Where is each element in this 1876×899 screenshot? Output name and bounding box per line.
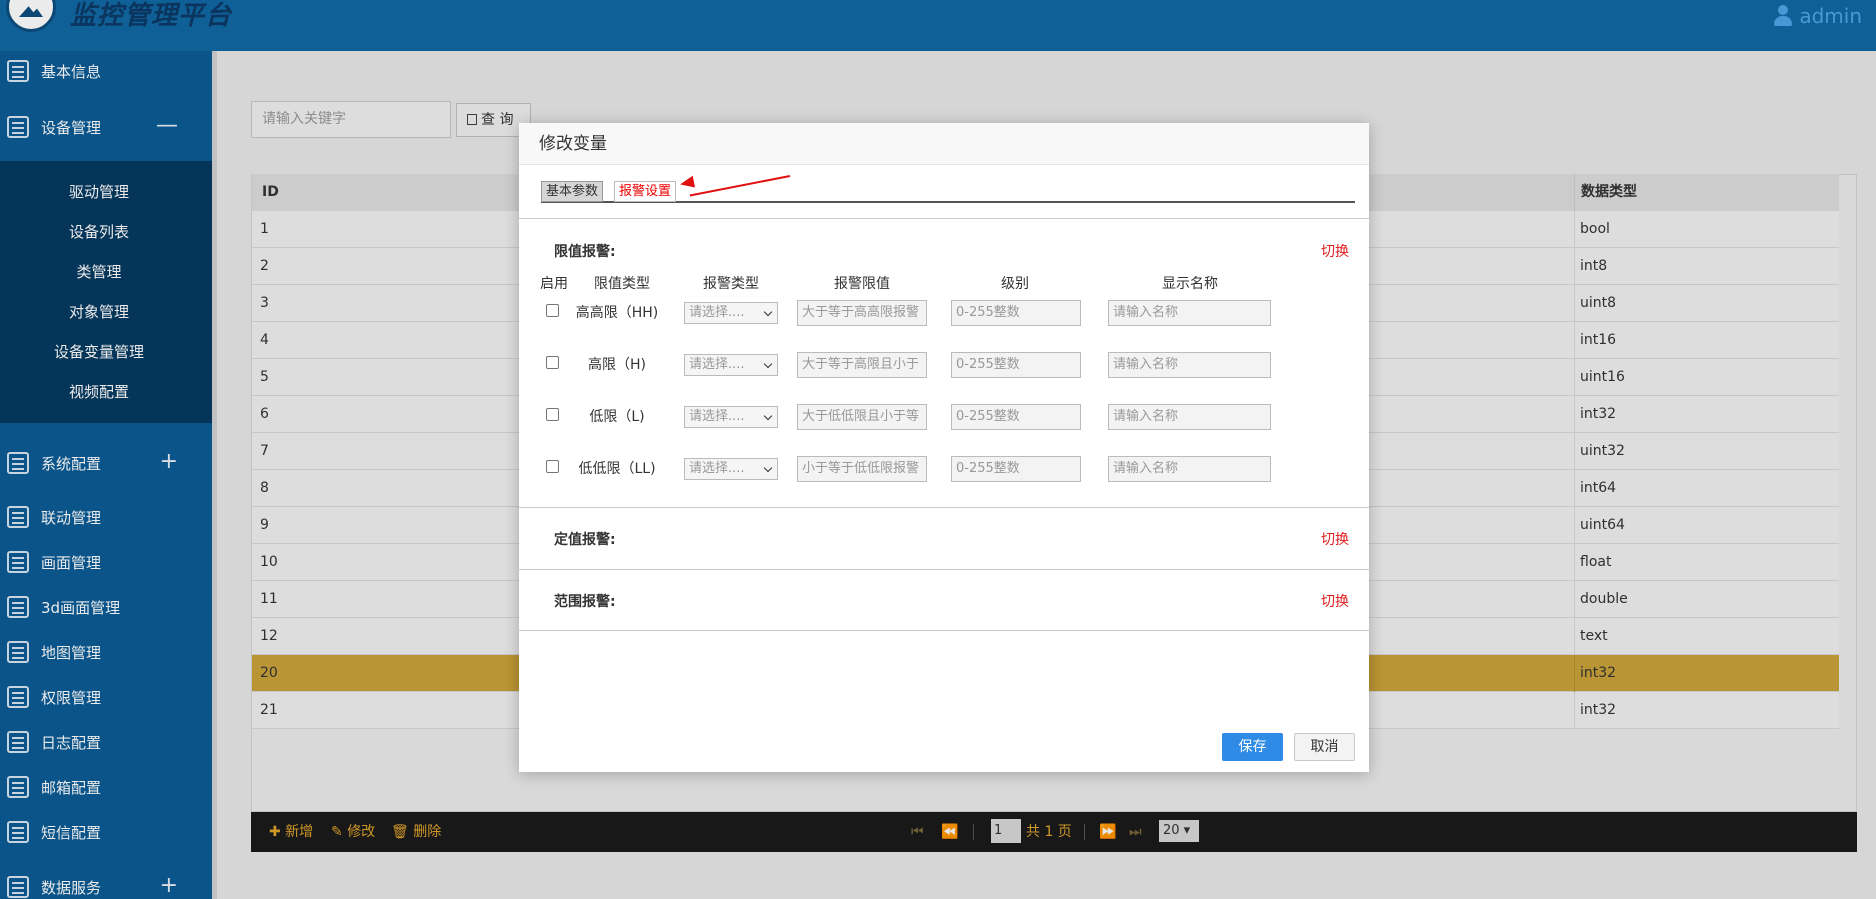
alarm-level-input[interactable]: 0-255整数 xyxy=(951,300,1081,326)
dialog-title: 修改变量 xyxy=(519,123,1369,165)
section-divider xyxy=(519,630,1369,631)
alarm-limit-input[interactable]: 大于等于高限且小于 xyxy=(797,352,927,378)
alarm-level-input[interactable]: 0-255整数 xyxy=(951,456,1081,482)
alarm-type-select[interactable]: 请选择.... xyxy=(684,302,778,324)
alarm-limit-input[interactable]: 大于等于高高限报警 xyxy=(797,300,927,326)
alarm-level-input[interactable]: 0-255整数 xyxy=(951,352,1081,378)
column-enable: 启用 xyxy=(540,276,568,292)
enable-checkbox[interactable] xyxy=(546,460,559,473)
range-alarm-title: 范围报警: xyxy=(554,594,616,610)
column-alarm-type: 报警类型 xyxy=(703,276,759,292)
section-divider xyxy=(519,569,1369,570)
enable-checkbox[interactable] xyxy=(546,356,559,369)
cancel-button[interactable]: 取消 xyxy=(1294,733,1355,761)
display-name-input[interactable]: 请输入名称 xyxy=(1108,404,1271,430)
alarm-limit-input[interactable]: 大于低低限且小于等 xyxy=(797,404,927,430)
display-name-input[interactable]: 请输入名称 xyxy=(1108,456,1271,482)
tab-alarm-settings[interactable]: 报警设置 xyxy=(614,181,677,202)
limit-alarm-title: 限值报警: xyxy=(554,244,616,260)
save-button[interactable]: 保存 xyxy=(1222,733,1283,761)
edit-variable-dialog: 修改变量 基本参数 报警设置 限值报警: 切换 启用 限值类型 报警类型 报警限… xyxy=(519,123,1369,772)
display-name-input[interactable]: 请输入名称 xyxy=(1108,300,1271,326)
alarm-type-select[interactable]: 请选择.... xyxy=(684,406,778,428)
limit-type-label: 低低限（LL) xyxy=(578,461,656,477)
tab-basic-params[interactable]: 基本参数 xyxy=(541,181,604,202)
alarm-level-input[interactable]: 0-255整数 xyxy=(951,404,1081,430)
alarm-type-select[interactable]: 请选择.... xyxy=(684,354,778,376)
enable-checkbox[interactable] xyxy=(546,408,559,421)
dialog-tabs: 基本参数 报警设置 xyxy=(541,179,1355,203)
fixed-alarm-title: 定值报警: xyxy=(554,532,616,548)
limit-type-label: 低限（L) xyxy=(589,409,645,425)
display-name-input[interactable]: 请输入名称 xyxy=(1108,352,1271,378)
limit-type-label: 高限（H) xyxy=(588,357,646,373)
limit-alarm-switch[interactable]: 切换 xyxy=(1321,241,1349,261)
column-limit-value: 报警限值 xyxy=(834,276,890,292)
column-limit-type: 限值类型 xyxy=(594,276,650,292)
range-alarm-switch[interactable]: 切换 xyxy=(1321,591,1349,611)
alarm-type-select[interactable]: 请选择.... xyxy=(684,458,778,480)
alarm-limit-input[interactable]: 小于等于低低限报警 xyxy=(797,456,927,482)
column-display-name: 显示名称 xyxy=(1162,276,1218,292)
section-divider xyxy=(519,507,1369,508)
fixed-alarm-switch[interactable]: 切换 xyxy=(1321,529,1349,549)
section-divider xyxy=(519,218,1369,219)
column-level: 级别 xyxy=(1001,276,1029,292)
limit-type-label: 高高限（HH) xyxy=(575,305,659,321)
enable-checkbox[interactable] xyxy=(546,304,559,317)
